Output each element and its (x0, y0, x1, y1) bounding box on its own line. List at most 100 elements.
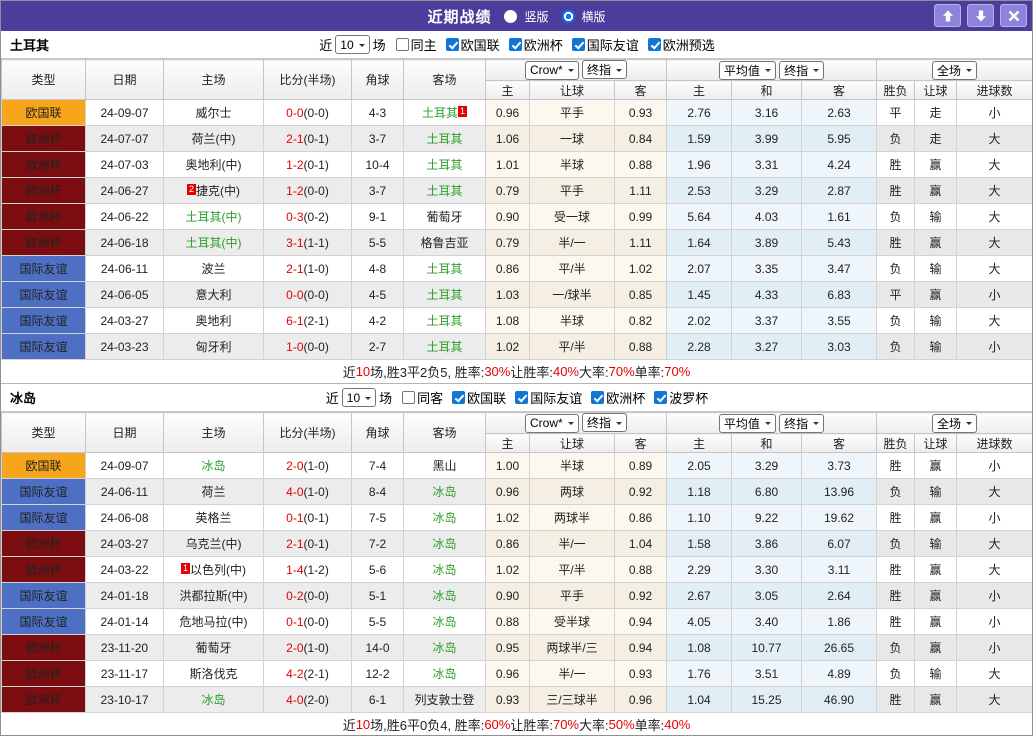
odds-cell: 0.96 (486, 661, 530, 687)
team-name: 洪都拉斯(中) (180, 589, 248, 603)
team-name: 土耳其 (426, 184, 462, 198)
match-count-select[interactable]: 10 (335, 35, 369, 54)
score-cell: 0-3(0-2) (264, 204, 352, 230)
score-cell: 2-1(0-1) (264, 531, 352, 557)
odds-source-select[interactable]: 平均值 (719, 414, 776, 433)
league-checkbox[interactable] (654, 391, 667, 404)
group-header: 平均值 终指 (667, 60, 877, 81)
average-odds-cell: 4.03 (732, 204, 802, 230)
radio-horizontal-label: 横版 (582, 8, 606, 25)
away-team-cell: 土耳其 (404, 178, 486, 204)
chevron-down-icon (966, 69, 972, 75)
summary-segment: 10 (356, 364, 370, 379)
average-odds-cell: 1.64 (667, 230, 732, 256)
odds-stage-select[interactable]: 终指 (582, 60, 627, 79)
league-checkbox[interactable] (446, 38, 459, 51)
result-cell: 负 (877, 126, 915, 152)
average-odds-cell: 3.03 (802, 334, 877, 360)
match-type-cell: 欧洲杯 (2, 687, 86, 713)
column-header: 日期 (86, 413, 164, 453)
odds-cell: 两球半/三 (530, 635, 615, 661)
select-value: 全场 (937, 62, 961, 79)
odds-source-select[interactable]: Crow* (525, 414, 579, 433)
away-team-cell: 冰岛 (404, 609, 486, 635)
average-odds-cell: 2.64 (802, 583, 877, 609)
odds-cell: 半/一 (530, 531, 615, 557)
odds-cell: 受一球 (530, 204, 615, 230)
close-button[interactable] (1000, 4, 1027, 27)
summary-segment: 让胜率: (510, 715, 553, 734)
result-cell: 赢 (915, 453, 957, 479)
section-filter-bar: 冰岛近10场同客欧国联国际友谊欧洲杯波罗杯 (1, 384, 1032, 412)
same-venue-checkbox[interactable] (402, 391, 415, 404)
radio-vertical-layout[interactable] (504, 10, 517, 23)
move-down-button[interactable] (967, 4, 994, 27)
result-cell: 胜 (877, 583, 915, 609)
team-name: 土耳其 (426, 262, 462, 276)
date-cell: 24-06-18 (86, 230, 164, 256)
score-cell: 1-4(1-2) (264, 557, 352, 583)
fulltime-score: 6-1 (286, 314, 303, 328)
sub-column-header: 客 (615, 81, 667, 100)
average-odds-cell: 3.40 (732, 609, 802, 635)
match-row: 欧洲杯24-03-221以色列(中)1-4(1-2)5-6冰岛1.02平/半0.… (2, 557, 1033, 583)
average-odds-cell: 1.76 (667, 661, 732, 687)
average-odds-cell: 6.80 (732, 479, 802, 505)
team-name: 冰岛 (201, 459, 225, 473)
home-team-cell: 意大利 (164, 282, 264, 308)
odds-stage-select[interactable]: 终指 (779, 414, 824, 433)
league-checkbox[interactable] (591, 391, 604, 404)
column-header: 日期 (86, 60, 164, 100)
date-cell: 24-06-05 (86, 282, 164, 308)
away-team-cell: 土耳其 (404, 282, 486, 308)
corners-cell: 5-1 (352, 583, 404, 609)
match-row: 国际友谊24-06-08英格兰0-1(0-1)7-5冰岛1.02两球半0.861… (2, 505, 1033, 531)
same-venue-checkbox[interactable] (396, 38, 409, 51)
sub-column-header: 让球 (915, 81, 957, 100)
home-team-cell: 英格兰 (164, 505, 264, 531)
odds-stage-select[interactable]: 终指 (779, 61, 824, 80)
date-cell: 24-03-22 (86, 557, 164, 583)
odds-source-select[interactable]: 平均值 (719, 61, 776, 80)
fulltime-score: 0-0 (286, 288, 303, 302)
team-name: 冰岛 (432, 667, 456, 681)
result-cell: 输 (915, 531, 957, 557)
league-label: 国际友谊 (530, 388, 582, 407)
odds-cell: 一/球半 (530, 282, 615, 308)
average-odds-cell: 2.07 (667, 256, 732, 282)
match-count-select[interactable]: 10 (342, 388, 376, 407)
result-cell: 输 (915, 334, 957, 360)
average-odds-cell: 2.63 (802, 100, 877, 126)
home-team-cell: 土耳其(中) (164, 230, 264, 256)
fulltime-score: 2-1 (286, 537, 303, 551)
odds-source-select[interactable]: 全场 (932, 414, 977, 433)
move-up-button[interactable] (934, 4, 961, 27)
match-row: 国际友谊24-06-11波兰2-1(1-0)4-8土耳其0.86平/半1.022… (2, 256, 1033, 282)
result-cell: 赢 (915, 635, 957, 661)
league-checkbox[interactable] (648, 38, 661, 51)
odds-source-select[interactable]: 全场 (932, 61, 977, 80)
league-checkbox[interactable] (572, 38, 585, 51)
away-team-cell: 土耳其 (404, 126, 486, 152)
average-odds-cell: 4.24 (802, 152, 877, 178)
average-odds-cell: 1.96 (667, 152, 732, 178)
column-header: 类型 (2, 413, 86, 453)
result-cell: 平 (877, 100, 915, 126)
result-cell: 负 (877, 334, 915, 360)
summary-segment: 单率: (635, 362, 665, 381)
column-header: 客场 (404, 60, 486, 100)
result-cell: 负 (877, 204, 915, 230)
odds-cell: 0.94 (615, 635, 667, 661)
radio-horizontal-layout[interactable] (562, 10, 575, 23)
home-team-cell: 冰岛 (164, 687, 264, 713)
league-label: 欧洲杯 (606, 388, 645, 407)
league-checkbox[interactable] (509, 38, 522, 51)
odds-source-select[interactable]: Crow* (525, 61, 579, 80)
result-cell: 赢 (915, 282, 957, 308)
league-checkbox[interactable] (452, 391, 465, 404)
odds-cell: 平手 (530, 100, 615, 126)
home-team-cell: 荷兰 (164, 479, 264, 505)
league-checkbox[interactable] (515, 391, 528, 404)
average-odds-cell: 3.11 (802, 557, 877, 583)
odds-stage-select[interactable]: 终指 (582, 413, 627, 432)
